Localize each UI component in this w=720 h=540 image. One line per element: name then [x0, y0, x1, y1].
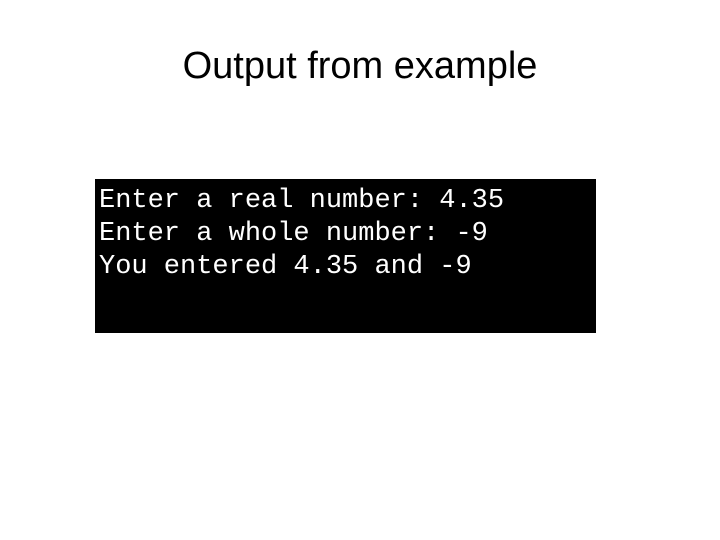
- console-text-block: Enter a real number: 4.35 Enter a whole n…: [99, 185, 596, 284]
- console-line: Enter a real number: 4.35: [99, 186, 505, 216]
- page-title: Output from example: [182, 45, 538, 87]
- console-output-window: Enter a real number: 4.35 Enter a whole n…: [95, 179, 596, 333]
- console-line: You entered 4.35 and -9: [99, 252, 472, 282]
- console-line: Enter a whole number: -9: [99, 219, 488, 249]
- slide-canvas: Output from example Enter a real number:…: [0, 0, 720, 540]
